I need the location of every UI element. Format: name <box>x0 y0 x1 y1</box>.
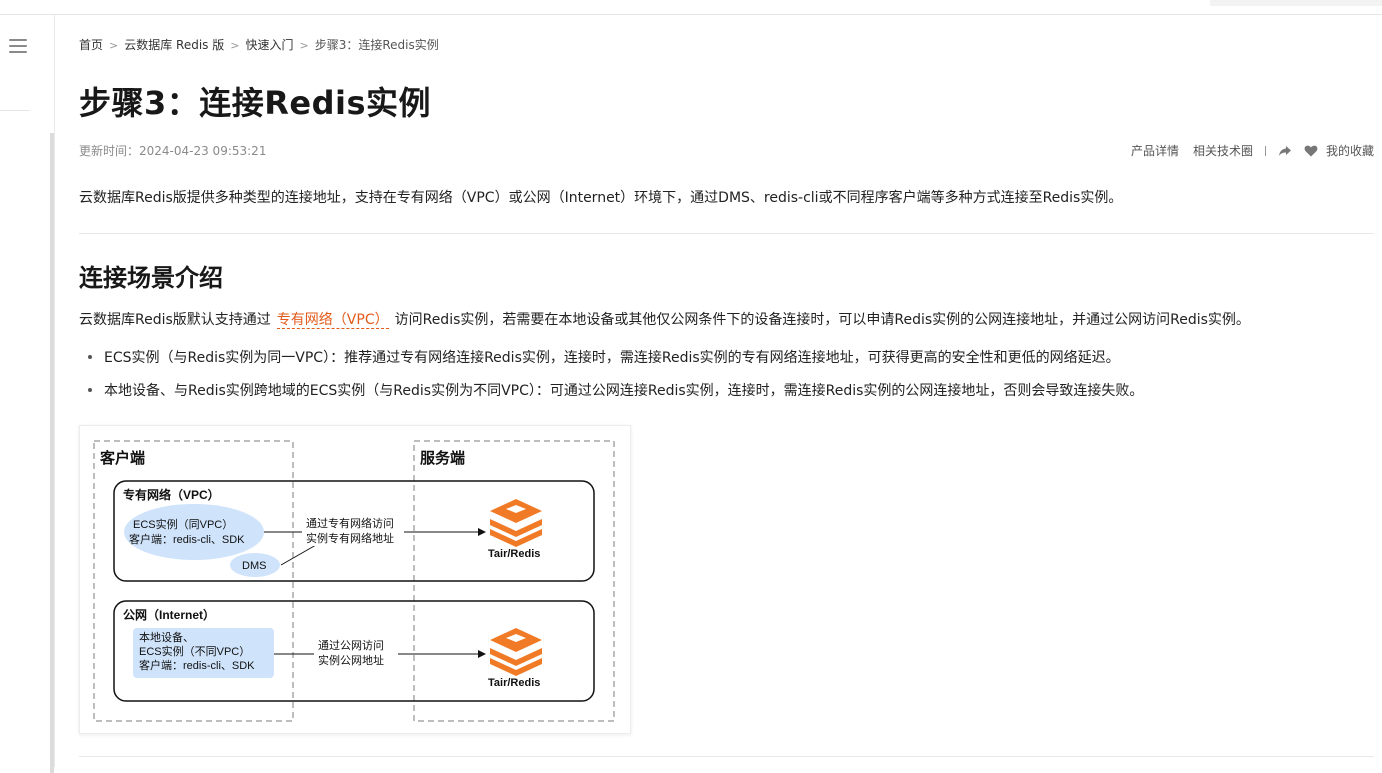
list-item: 本地设备、与Redis实例跨地域的ECS实例（与Redis实例为不同VPC）：可… <box>86 380 1143 413</box>
vpc-box-label: 专有网络（VPC） <box>123 487 220 502</box>
my-favorites-link[interactable]: 我的收藏 <box>1326 142 1374 159</box>
top-bar <box>0 0 1382 15</box>
redis-icon <box>490 499 542 547</box>
public-arrow-line2: 实例公网地址 <box>318 653 384 667</box>
page-actions: 产品详情 相关技术圈 我的收藏 <box>1117 142 1374 159</box>
vpc-arrow-line1: 通过专有网络访问 <box>306 516 394 530</box>
connection-diagram: 客户端 服务端 专有网络（VPC） ECS实例（同VPC） 客户端：redis-… <box>79 425 631 734</box>
para-text-after: 访问Redis实例，若需要在本地设备或其他仅公网条件下的设备连接时，可以申请Re… <box>394 312 1250 328</box>
product-detail-link[interactable]: 产品详情 <box>1131 142 1179 159</box>
breadcrumb-separator: > <box>299 39 309 52</box>
rail-scroll-track[interactable] <box>50 133 54 773</box>
actions-divider <box>1264 145 1266 156</box>
local-line2: ECS实例（不同VPC） <box>139 644 250 658</box>
bottom-divider <box>79 756 1374 757</box>
page-title: 步骤3：连接Redis实例 <box>79 84 432 122</box>
vpc-arrow-line2: 实例专有网络地址 <box>306 531 394 545</box>
tech-circle-link[interactable]: 相关技术圈 <box>1193 142 1253 159</box>
breadcrumb-quickstart[interactable]: 快速入门 <box>245 38 293 52</box>
diagram-svg: 客户端 服务端 专有网络（VPC） ECS实例（同VPC） 客户端：redis-… <box>93 440 615 722</box>
client-label: 客户端 <box>99 449 145 467</box>
public-arrow-line1: 通过公网访问 <box>318 639 384 652</box>
local-line1: 本地设备、 <box>139 630 194 644</box>
share-icon[interactable] <box>1278 144 1292 158</box>
server-label: 服务端 <box>420 449 465 467</box>
public-box-label: 公网（Internet） <box>123 607 215 622</box>
vpc-link[interactable]: 专有网络（VPC） <box>276 312 389 329</box>
heart-icon[interactable] <box>1304 144 1318 158</box>
section-divider <box>79 233 1374 234</box>
local-line3: 客户端：redis-cli、SDK <box>139 658 255 672</box>
ecs-line2: 客户端：redis-cli、SDK <box>129 532 245 546</box>
search-box-stub[interactable] <box>1210 0 1382 6</box>
breadcrumb-separator: > <box>109 39 119 52</box>
section-heading: 连接场景介绍 <box>79 264 223 292</box>
breadcrumb-separator: > <box>230 39 240 52</box>
breadcrumb: 首页 > 云数据库 Redis 版 > 快速入门 > 步骤3：连接Redis实例 <box>79 36 439 53</box>
redis-label-top: Tair/Redis <box>488 548 540 560</box>
intro-paragraph: 云数据库Redis版提供多种类型的连接地址，支持在专有网络（VPC）或公网（In… <box>79 190 1123 206</box>
update-time: 更新时间：2024-04-23 09:53:21 <box>79 144 267 158</box>
rail-divider <box>0 110 30 111</box>
breadcrumb-current: 步骤3：连接Redis实例 <box>314 38 439 52</box>
para-text-before: 云数据库Redis版默认支持通过 <box>79 312 271 328</box>
section-paragraph: 云数据库Redis版默认支持通过 专有网络（VPC） 访问Redis实例，若需要在本… <box>79 309 1250 329</box>
list-item: ECS实例（与Redis实例为同一VPC）：推荐通过专有网络连接Redis实例，… <box>86 347 1143 380</box>
breadcrumb-home[interactable]: 首页 <box>79 38 103 52</box>
menu-icon[interactable] <box>9 39 27 53</box>
dms-label: DMS <box>242 560 266 572</box>
redis-icon <box>490 628 542 676</box>
ecs-line1: ECS实例（同VPC） <box>133 517 233 531</box>
left-rail <box>0 15 55 773</box>
ecs-ellipse <box>124 504 264 560</box>
scenario-list: ECS实例（与Redis实例为同一VPC）：推荐通过专有网络连接Redis实例，… <box>86 347 1143 413</box>
redis-label-bottom: Tair/Redis <box>488 677 540 689</box>
breadcrumb-redis[interactable]: 云数据库 Redis 版 <box>124 38 224 52</box>
